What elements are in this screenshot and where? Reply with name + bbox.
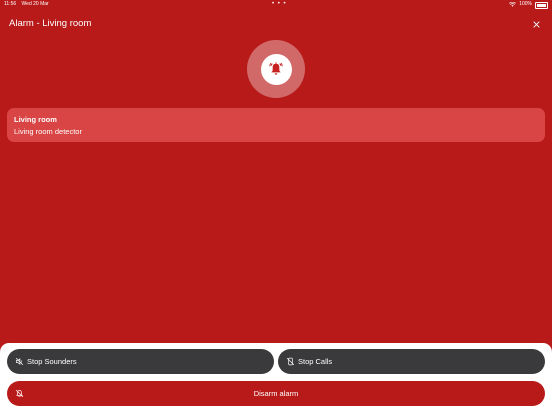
status-right: 100% — [509, 0, 548, 9]
status-bar: 11:56 Wed 20 Mar • • • 100% — [0, 0, 552, 9]
stop-sounders-label: Stop Sounders — [27, 357, 77, 366]
status-left: 11:56 Wed 20 Mar — [4, 0, 53, 9]
detector-card[interactable]: Living room Living room detector — [7, 108, 545, 142]
close-icon — [532, 20, 540, 28]
battery-icon — [535, 1, 548, 9]
detector-room: Living room — [14, 115, 57, 124]
alarm-indicator — [247, 40, 305, 98]
detector-name: Living room detector — [14, 127, 82, 136]
stop-calls-label: Stop Calls — [298, 357, 333, 366]
speaker-off-icon — [15, 357, 24, 366]
status-date: Wed 20 Mar — [21, 1, 49, 7]
alarm-header: Alarm - Living room — [9, 17, 543, 31]
status-time: 11:56 — [4, 1, 17, 7]
stop-calls-button[interactable]: Stop Calls — [278, 349, 545, 374]
disarm-alarm-label: Disarm alarm — [253, 389, 299, 398]
action-sheet: Stop Sounders Stop Calls Disarm alarm — [0, 343, 552, 414]
alarm-bell-icon — [269, 62, 283, 75]
disarm-alarm-button[interactable]: Disarm alarm — [7, 381, 545, 406]
battery-percent: 100% — [519, 1, 532, 7]
bell-off-icon — [15, 389, 24, 398]
close-button[interactable] — [529, 17, 543, 31]
stop-sounders-button[interactable]: Stop Sounders — [7, 349, 274, 374]
multitasking-dots[interactable]: • • • — [272, 0, 287, 9]
wifi-icon — [509, 2, 517, 7]
alarm-indicator-inner — [260, 53, 292, 85]
page-title: Alarm - Living room — [9, 18, 92, 29]
phone-off-icon — [286, 357, 295, 366]
